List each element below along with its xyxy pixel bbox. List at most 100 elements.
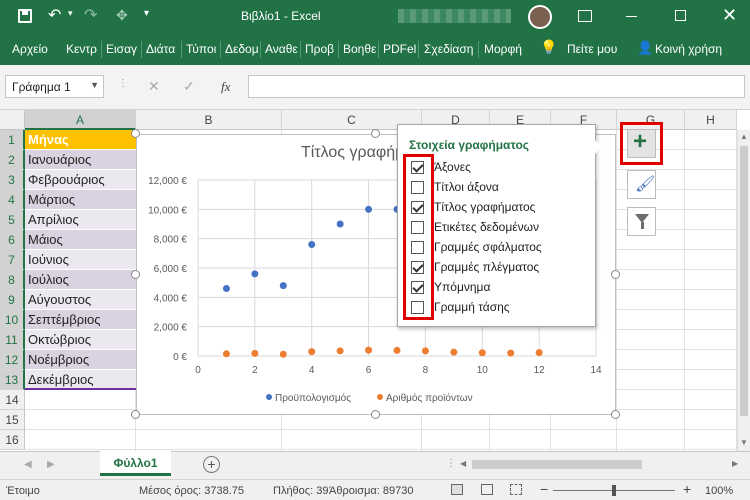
tab-review[interactable]: Αναθε [265, 42, 298, 56]
undo-dropdown-icon[interactable]: ▾ [68, 8, 73, 19]
scroll-thumb[interactable] [740, 146, 748, 416]
chart-element-option[interactable]: Τίτλος γραφήματος [411, 199, 586, 219]
cell[interactable]: Απρίλιος [25, 210, 136, 230]
tab-pdfelement[interactable]: PDFel [383, 42, 416, 56]
undo-icon[interactable]: ↶ [48, 5, 61, 25]
cell[interactable]: Αύγουστος [25, 290, 136, 310]
row-header-9[interactable]: 9 [0, 290, 25, 310]
next-sheet-icon[interactable]: ▶ [47, 459, 55, 470]
cell[interactable]: Ιούλιος [25, 270, 136, 290]
zoom-out-icon[interactable]: − [540, 481, 548, 497]
enter-icon[interactable]: ✓ [183, 78, 195, 95]
resize-handle[interactable] [131, 410, 140, 419]
row-header-4[interactable]: 4 [0, 190, 25, 210]
save-icon[interactable] [18, 9, 32, 23]
cell[interactable]: Νοέμβριος [25, 350, 136, 370]
tab-help[interactable]: Βοηθε [343, 42, 376, 56]
column-header-a[interactable]: A [25, 110, 136, 130]
touch-mode-icon[interactable]: ✥ [116, 7, 128, 24]
checkbox[interactable] [411, 221, 424, 234]
cell[interactable]: Φεβρουάριος [25, 170, 136, 190]
zoom-level[interactable]: 100% [705, 485, 733, 497]
zoom-in-icon[interactable]: + [683, 481, 691, 497]
row-header-2[interactable]: 2 [0, 150, 25, 170]
chart-element-option[interactable]: Γραμμή τάσης [411, 299, 586, 319]
row-header-14[interactable]: 14 [0, 390, 25, 410]
cell[interactable]: Δεκέμβριος [25, 370, 136, 390]
row-header-1[interactable]: 1 [0, 130, 25, 150]
checkbox[interactable] [411, 281, 424, 294]
zoom-slider-thumb[interactable] [612, 485, 616, 496]
column-header-b[interactable]: B [136, 110, 282, 130]
redo-icon[interactable]: ↷ [84, 5, 97, 25]
header-cell[interactable]: Μήνας [25, 130, 136, 150]
row-header-5[interactable]: 5 [0, 210, 25, 230]
chart-element-option[interactable]: Ετικέτες δεδομένων [411, 219, 586, 239]
cell[interactable]: Μάρτιος [25, 190, 136, 210]
chart-element-option[interactable]: Υπόμνημα [411, 279, 586, 299]
prev-sheet-icon[interactable]: ◀ [24, 459, 32, 470]
chart-element-option[interactable]: Γραμμές σφάλματος [411, 239, 586, 259]
horizontal-scrollbar[interactable]: ◀ ▶ [460, 458, 745, 472]
name-box[interactable]: Γράφημα 1 ▼ [5, 75, 104, 98]
scroll-up-icon[interactable]: ▲ [740, 132, 748, 141]
chart-element-option[interactable]: Άξονες [411, 159, 586, 179]
page-layout-view-icon[interactable] [481, 484, 493, 495]
row-header-10[interactable]: 10 [0, 310, 25, 330]
tab-home[interactable]: Κεντρ [66, 42, 97, 56]
row-header-6[interactable]: 6 [0, 230, 25, 250]
tab-formulas[interactable]: Τύποι [186, 42, 216, 56]
row-header-13[interactable]: 13 [0, 370, 25, 390]
page-break-view-icon[interactable] [510, 484, 522, 495]
resize-handle[interactable] [371, 129, 380, 138]
row-header-3[interactable]: 3 [0, 170, 25, 190]
row-header-11[interactable]: 11 [0, 330, 25, 350]
checkbox[interactable] [411, 301, 424, 314]
checkbox[interactable] [411, 261, 424, 274]
tab-view[interactable]: Προβ [305, 42, 334, 56]
scroll-left-icon[interactable]: ◀ [460, 459, 466, 468]
row-header-7[interactable]: 7 [0, 250, 25, 270]
tab-format[interactable]: Μορφή [484, 42, 522, 56]
resize-handle[interactable] [131, 270, 140, 279]
tab-page-layout[interactable]: Διάτα [146, 42, 175, 56]
resize-handle[interactable] [131, 129, 140, 138]
vertical-scrollbar[interactable]: ▲ ▼ [737, 130, 750, 451]
cell[interactable]: Οκτώβριος [25, 330, 136, 350]
checkbox[interactable] [411, 181, 424, 194]
row-header-15[interactable]: 15 [0, 410, 25, 430]
tab-file[interactable]: Αρχείο [12, 42, 48, 56]
chevron-down-icon[interactable]: ▼ [90, 80, 99, 90]
tell-me-box[interactable]: Πείτε μου [567, 42, 617, 56]
chart-elements-button[interactable]: + [627, 128, 656, 158]
cell[interactable]: Ιανουάριος [25, 150, 136, 170]
checkbox[interactable] [411, 201, 424, 214]
more-sheets-icon[interactable]: ⋮ [446, 458, 456, 469]
row-header-8[interactable]: 8 [0, 270, 25, 290]
scroll-right-icon[interactable]: ▶ [732, 459, 738, 468]
checkbox[interactable] [411, 241, 424, 254]
tab-chart-design[interactable]: Σχεδίαση [424, 42, 473, 56]
hscroll-thumb[interactable] [472, 460, 642, 469]
column-header-h[interactable]: H [685, 110, 737, 130]
select-all-corner[interactable] [0, 110, 25, 130]
row-header-12[interactable]: 12 [0, 350, 25, 370]
formula-input[interactable] [248, 75, 745, 98]
chart-styles-button[interactable]: 🖌 [627, 170, 656, 199]
add-sheet-icon[interactable]: + [203, 456, 220, 473]
cell[interactable]: Ιούνιος [25, 250, 136, 270]
chart-element-option[interactable]: Τίτλοι άξονα [411, 179, 586, 199]
tab-insert[interactable]: Εισαγ [106, 42, 137, 56]
cell[interactable]: Σεπτέμβριος [25, 310, 136, 330]
row-header-16[interactable]: 16 [0, 430, 25, 450]
cell[interactable]: Μάιος [25, 230, 136, 250]
resize-handle[interactable] [371, 410, 380, 419]
insert-function-icon[interactable]: fx [221, 79, 230, 95]
maximize-icon[interactable] [675, 10, 686, 21]
sheet-tab-active[interactable]: Φύλλο1 [100, 451, 171, 476]
chart-filters-button[interactable] [627, 207, 656, 236]
normal-view-icon[interactable] [451, 484, 463, 495]
chart-element-option[interactable]: Γραμμές πλέγματος [411, 259, 586, 279]
share-button[interactable]: Κοινή χρήση [655, 42, 722, 56]
close-icon[interactable]: ✕ [722, 5, 737, 26]
